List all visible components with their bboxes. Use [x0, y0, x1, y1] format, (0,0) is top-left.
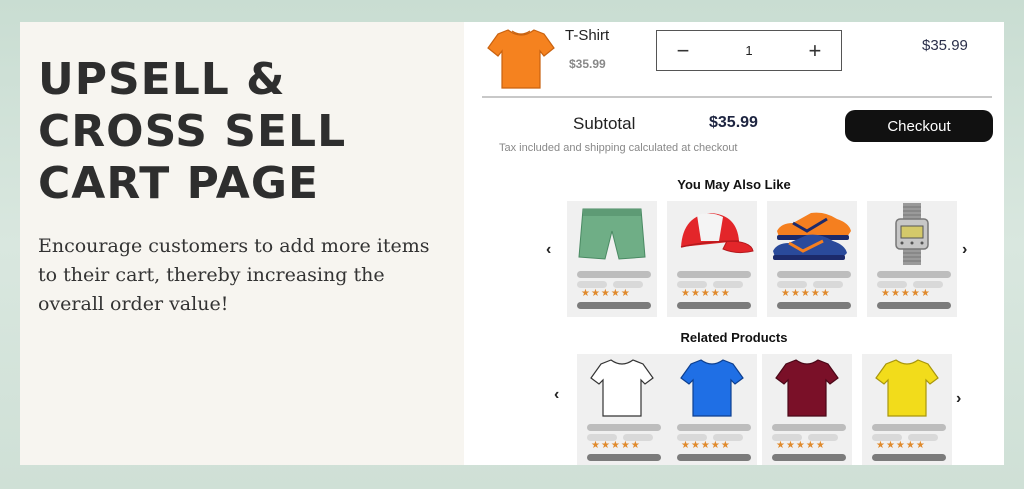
card-title-placeholder	[772, 424, 846, 431]
upsell-card-watch[interactable]: ★★★★★	[867, 201, 957, 317]
tshirt-icon	[487, 29, 555, 89]
cart-item-unit-price: $35.99	[569, 57, 606, 71]
card-price-placeholder	[713, 281, 743, 288]
white-tshirt-icon	[590, 359, 654, 417]
title-line-1: UPSELL &	[38, 54, 286, 105]
card-price-placeholder	[613, 281, 643, 288]
add-to-cart-placeholder[interactable]	[677, 454, 751, 461]
upsell-title: You May Also Like	[677, 177, 791, 192]
card-price-placeholder	[777, 281, 807, 288]
yellow-tshirt-icon	[875, 359, 939, 417]
cart-panel: T-Shirt $35.99 − 1 + $35.99 Subtotal $35…	[464, 22, 1004, 465]
related-title: Related Products	[680, 330, 788, 345]
related-prev-arrow[interactable]: ‹	[554, 386, 559, 404]
shorts-icon	[578, 208, 646, 260]
rating-stars: ★★★★★	[581, 288, 631, 299]
card-title-placeholder	[677, 424, 751, 431]
related-card-blue-tshirt[interactable]: ★★★★★	[667, 354, 757, 465]
maroon-tshirt-icon	[775, 359, 839, 417]
card-price-placeholder	[913, 281, 943, 288]
card-title-placeholder	[877, 271, 951, 278]
related-card-maroon-tshirt[interactable]: ★★★★★	[762, 354, 852, 465]
page-title: UPSELL & CROSS SELL CART PAGE	[38, 54, 458, 210]
upsell-card-cap[interactable]: ★★★★★	[667, 201, 757, 317]
watch-icon	[895, 203, 929, 265]
add-to-cart-placeholder[interactable]	[577, 302, 651, 309]
divider	[482, 96, 992, 98]
cap-icon	[680, 213, 754, 254]
increment-button[interactable]: +	[805, 39, 825, 62]
rating-stars: ★★★★★	[776, 440, 826, 451]
card-title-placeholder	[777, 271, 851, 278]
upsell-card-sneakers[interactable]: ★★★★★	[767, 201, 857, 317]
upsell-prev-arrow[interactable]: ‹	[546, 241, 551, 259]
related-card-white-tshirt[interactable]: ★★★★★	[577, 354, 667, 465]
banner: UPSELL & CROSS SELL CART PAGE Encourage …	[20, 22, 1004, 465]
add-to-cart-placeholder[interactable]	[772, 454, 846, 461]
add-to-cart-placeholder[interactable]	[872, 454, 946, 461]
card-price-placeholder	[813, 281, 843, 288]
subtotal-label: Subtotal	[573, 114, 636, 133]
checkout-button[interactable]: Checkout	[845, 110, 993, 142]
cart-line-price: $35.99	[922, 37, 968, 54]
card-price-placeholder	[677, 281, 707, 288]
add-to-cart-placeholder[interactable]	[777, 302, 851, 309]
rating-stars: ★★★★★	[681, 288, 731, 299]
add-to-cart-placeholder[interactable]	[587, 454, 661, 461]
upsell-next-arrow[interactable]: ›	[962, 241, 967, 259]
rating-stars: ★★★★★	[781, 288, 831, 299]
card-title-placeholder	[677, 271, 751, 278]
rating-stars: ★★★★★	[876, 440, 926, 451]
title-line-3: CART PAGE	[38, 158, 320, 209]
add-to-cart-placeholder[interactable]	[677, 302, 751, 309]
card-price-placeholder	[877, 281, 907, 288]
hero-blurb: Encourage customers to add more items to…	[38, 235, 430, 315]
quantity-stepper: − 1 +	[656, 30, 842, 71]
rating-stars: ★★★★★	[681, 440, 731, 451]
decrement-button[interactable]: −	[673, 39, 693, 62]
title-line-2: CROSS SELL	[38, 106, 347, 157]
quantity-value[interactable]: 1	[745, 43, 752, 58]
add-to-cart-placeholder[interactable]	[877, 302, 951, 309]
related-next-arrow[interactable]: ›	[956, 390, 961, 408]
card-price-placeholder	[577, 281, 607, 288]
card-title-placeholder	[872, 424, 946, 431]
blue-tshirt-icon	[680, 359, 744, 417]
rating-stars: ★★★★★	[881, 288, 931, 299]
rating-stars: ★★★★★	[591, 440, 641, 451]
card-title-placeholder	[577, 271, 651, 278]
subtotal-value: $35.99	[709, 114, 758, 131]
hero-panel: UPSELL & CROSS SELL CART PAGE Encourage …	[20, 22, 464, 465]
tax-note: Tax included and shipping calculated at …	[499, 142, 738, 154]
related-card-yellow-tshirt[interactable]: ★★★★★	[862, 354, 952, 465]
cart-item-name[interactable]: T-Shirt	[565, 27, 609, 44]
sneaker-icon	[773, 212, 851, 260]
upsell-card-shorts[interactable]: ★★★★★	[567, 201, 657, 317]
card-title-placeholder	[587, 424, 661, 431]
